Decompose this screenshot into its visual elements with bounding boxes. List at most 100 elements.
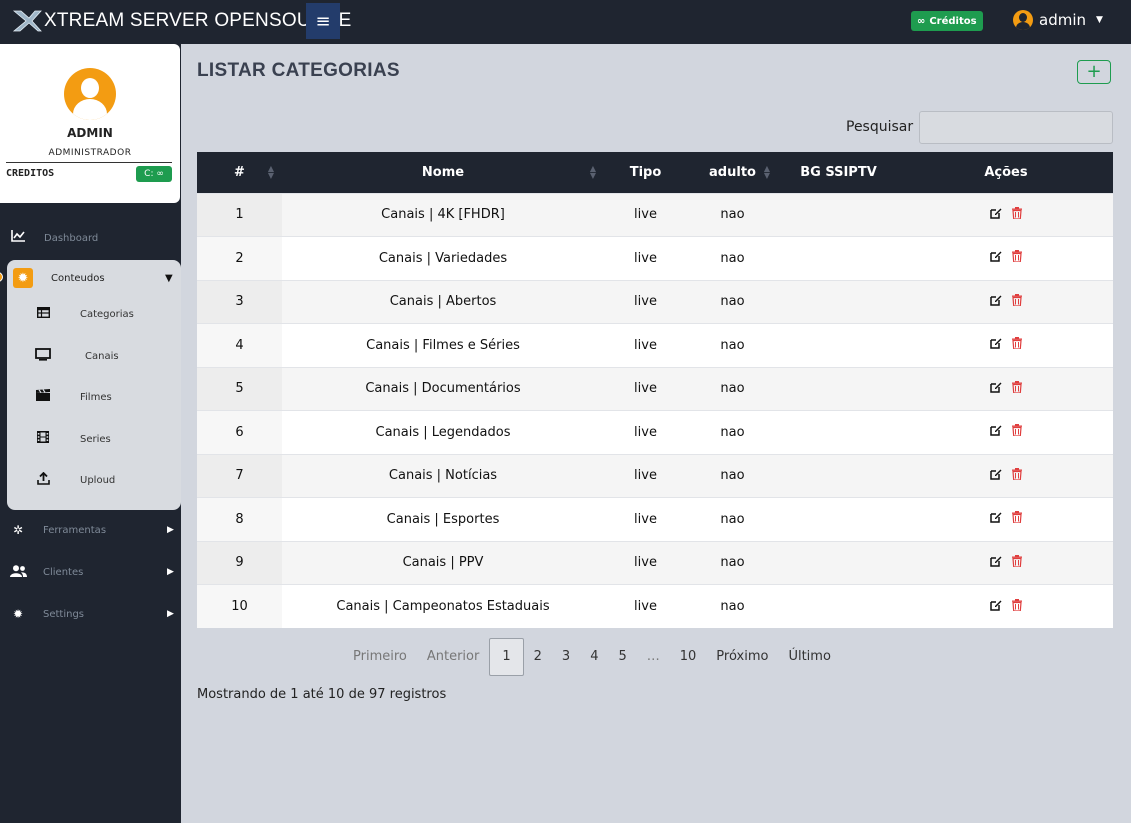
cell-nome: Canais | PPV [282,540,604,585]
pagination-prev[interactable]: Anterior [417,638,489,676]
cell-tipo: live [604,279,687,324]
cell-adulto: nao [687,540,778,585]
trash-icon[interactable] [1012,424,1022,439]
cell-adulto: nao [687,497,778,541]
sidebar-item-settings[interactable]: ✹ Settings ▶ [0,597,181,631]
cell-adulto: nao [687,366,778,411]
table-row: 6 Canais | Legendados live nao [197,410,1113,454]
pagination-ellipsis: … [646,649,660,664]
table-row: 2 Canais | Variedades live nao [197,236,1113,280]
clapperboard-icon [34,389,52,405]
caret-right-icon: ▶ [167,567,174,577]
table-row: 7 Canais | Notícias live nao [197,453,1113,498]
trash-icon[interactable] [1012,250,1022,265]
trash-icon[interactable] [1012,467,1022,483]
sidebar-item-categorias[interactable]: Categorias [7,297,181,331]
cell-id: 2 [197,236,282,280]
cell-acoes [899,366,1113,411]
trash-icon[interactable] [1012,206,1022,222]
pagination-next[interactable]: Próximo [706,638,778,676]
trash-icon[interactable] [1012,380,1022,396]
column-header-adulto[interactable]: adulto ▲ ▼ [687,152,778,193]
cell-id: 5 [197,366,282,411]
edit-icon[interactable] [990,468,1002,483]
cell-nome: Canais | Campeonatos Estaduais [282,584,604,628]
credits-badge: ∞ Créditos [911,11,983,31]
edit-icon[interactable] [990,250,1002,265]
trash-icon[interactable] [1012,337,1022,352]
menu-toggle-button[interactable]: ≡ [306,3,340,39]
edit-icon[interactable] [990,599,1002,614]
caret-down-icon: ▼ [1096,15,1103,25]
table-row: 5 Canais | Documentários live nao [197,366,1113,411]
sidebar-item-filmes[interactable]: Filmes [7,380,181,414]
sidebar-item-label: Conteudos [51,272,105,284]
trash-icon[interactable] [1012,598,1022,614]
sidebar-item-dashboard[interactable]: Dashboard [0,216,181,260]
cell-bg-ssiptv [778,279,899,324]
hamburger-icon: ≡ [315,10,331,32]
edit-icon[interactable] [990,294,1002,309]
edit-icon[interactable] [990,381,1002,396]
cell-acoes [899,584,1113,628]
cell-nome: Canais | Variedades [282,236,604,280]
edit-icon[interactable] [990,207,1002,222]
sidebar-item-label: Dashboard [44,232,99,244]
sidebar-item-label: Categorias [80,308,134,320]
edit-icon[interactable] [990,424,1002,439]
pagination-page[interactable]: 10 [670,638,707,676]
top-navbar: XTREAM SERVER OPENSOURCE ≡ ∞ Créditos ad… [0,0,1131,44]
user-menu[interactable]: admin ▼ [1013,10,1103,30]
cell-acoes [899,540,1113,585]
monitor-icon [34,347,52,365]
add-category-button[interactable]: + [1077,60,1111,84]
column-header-nome[interactable]: Nome ▲ ▼ [282,152,604,193]
pagination-page[interactable]: 1 [489,637,524,676]
sidebar-item-conteudos[interactable]: ✹ Conteudos ▼ [7,266,181,290]
sidebar-item-clientes[interactable]: Clientes ▶ [0,555,181,589]
trash-icon[interactable] [1012,554,1022,570]
pagination-page[interactable]: 4 [580,638,608,676]
cell-bg-ssiptv [778,584,899,628]
brand[interactable]: XTREAM SERVER OPENSOURCE [12,9,351,33]
sidebar-item-uploud[interactable]: Uploud [7,463,181,497]
cell-tipo: live [604,453,687,498]
gear-icon: ✹ [13,268,33,288]
pagination-page[interactable]: 2 [524,638,552,676]
trash-icon[interactable] [1012,511,1022,526]
sort-icon: ▲ ▼ [267,164,274,180]
table-row: 9 Canais | PPV live nao [197,540,1113,585]
sidebar-item-label: Filmes [80,391,112,403]
cell-id: 4 [197,323,282,367]
cell-tipo: live [604,192,687,237]
pagination-page[interactable]: 3 [552,638,580,676]
cell-acoes [899,323,1113,367]
pagination-last[interactable]: Último [778,638,840,676]
edit-icon[interactable] [990,511,1002,526]
search-input[interactable] [919,111,1113,144]
cell-adulto: nao [687,192,778,237]
cell-id: 3 [197,279,282,324]
cogs-icon: ✲ [12,523,24,537]
cell-nome: Canais | Legendados [282,410,604,454]
table-row: 10 Canais | Campeonatos Estaduais live nao [197,584,1113,628]
edit-icon[interactable] [990,337,1002,352]
trash-icon[interactable] [1012,293,1022,309]
sidebar-item-series[interactable]: Series [7,422,181,456]
edit-icon[interactable] [990,555,1002,570]
cell-bg-ssiptv [778,192,899,237]
column-header-id[interactable]: # ▲ ▼ [197,152,282,193]
cell-tipo: live [604,584,687,628]
pagination-first[interactable]: Primeiro [343,638,417,676]
active-indicator [0,272,3,282]
cell-bg-ssiptv [778,410,899,454]
column-header-tipo[interactable]: Tipo [604,152,687,193]
cell-acoes [899,497,1113,541]
column-header-bg-ssiptv[interactable]: BG SSIPTV [778,152,899,193]
cell-acoes [899,279,1113,324]
user-name: admin [1039,11,1086,29]
sidebar-item-canais[interactable]: Canais [7,339,181,373]
pagination-page[interactable]: 5 [608,638,636,676]
sidebar-item-ferramentas[interactable]: ✲ Ferramentas ▶ [0,513,181,547]
cell-adulto: nao [687,236,778,280]
